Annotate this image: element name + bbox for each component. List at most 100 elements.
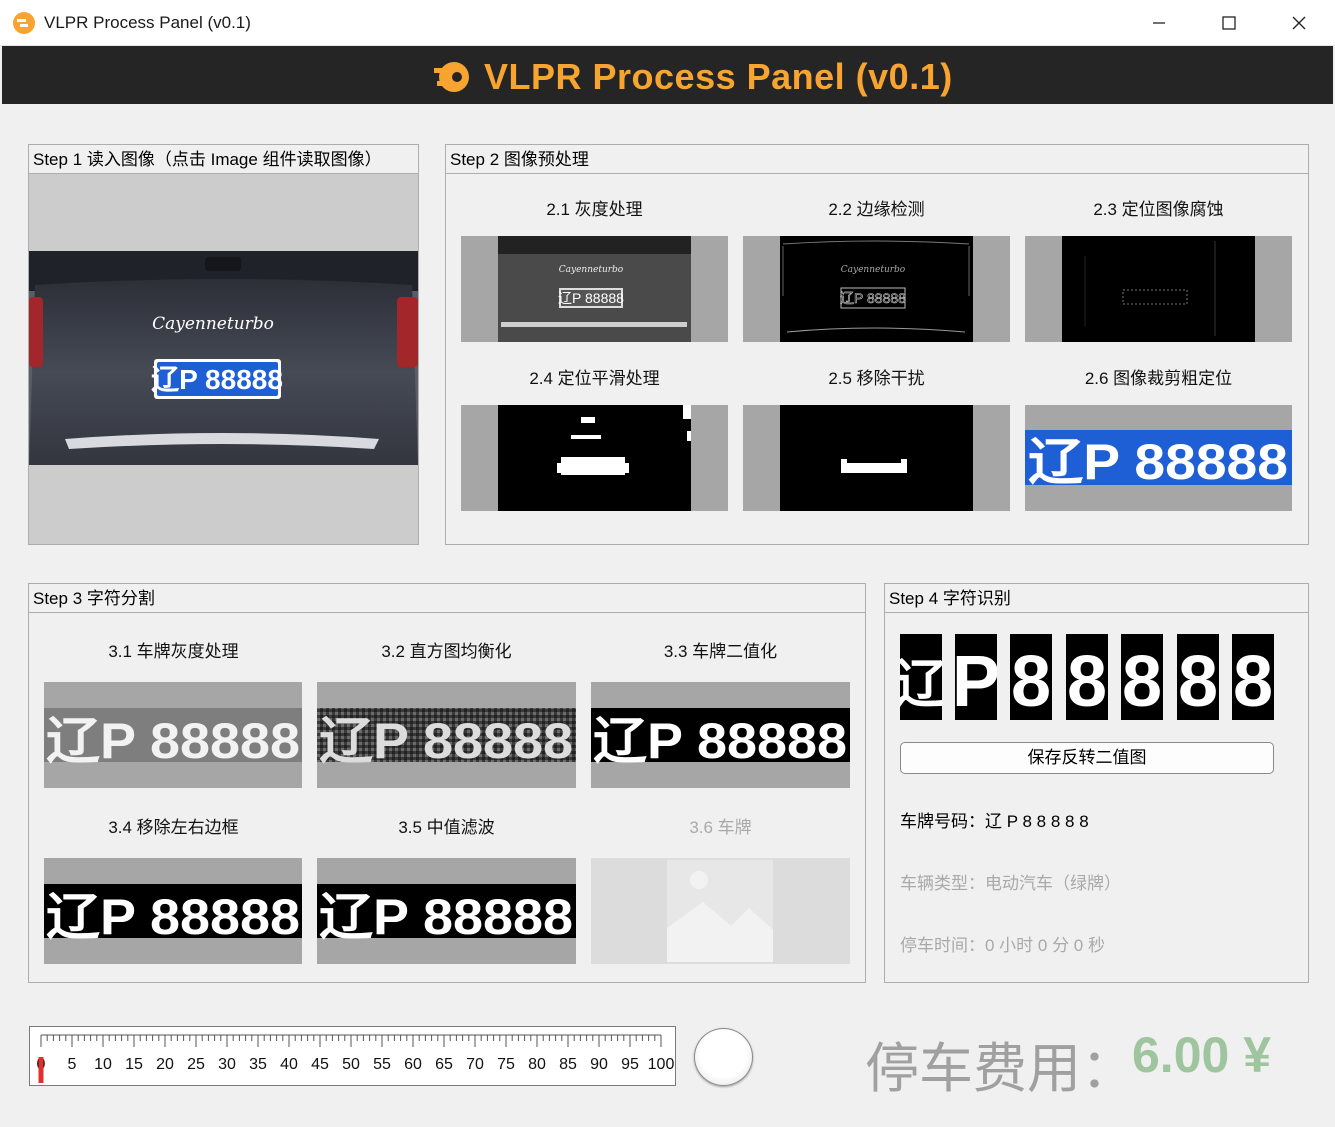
- step3-label-gray: 3.1 车牌灰度处理: [108, 642, 239, 661]
- step2-label-erode: 2.3 定位图像腐蚀: [1093, 200, 1224, 219]
- char-image-4: 8: [1066, 634, 1108, 720]
- step2-smooth-image[interactable]: [461, 405, 728, 511]
- ruler-tick-label: 90: [590, 1056, 608, 1073]
- image-placeholder-icon: [667, 860, 773, 962]
- char-image-2: P: [955, 634, 997, 720]
- step2-title: Step 2 图像预处理: [446, 145, 1308, 174]
- ruler-tick-label: 70: [466, 1056, 484, 1073]
- time-slider[interactable]: 0510152025303540455055606570758085909510…: [29, 1026, 676, 1086]
- char-2: P: [955, 642, 997, 720]
- slider-handle[interactable]: [38, 1057, 44, 1083]
- ruler-tick-label: 30: [218, 1056, 236, 1073]
- close-icon: [1292, 16, 1306, 30]
- s33-plate-text: 辽P 88888: [593, 713, 847, 769]
- char-4: 8: [1067, 642, 1107, 720]
- s35-plate-text: 辽P 88888: [319, 889, 573, 945]
- char-5: 8: [1122, 642, 1162, 720]
- time-slider-scale: 0510152025303540455055606570758085909510…: [37, 1034, 675, 1083]
- step3-label-median: 3.5 中值滤波: [398, 818, 495, 837]
- car-image[interactable]: Cayenneturbo 辽P 88888: [29, 251, 418, 465]
- round-action-button[interactable]: [694, 1028, 753, 1086]
- window-titlebar: VLPR Process Panel (v0.1): [0, 0, 1335, 46]
- step3-hist-image[interactable]: 辽P 88888: [317, 682, 576, 788]
- app-logo-icon: [13, 12, 35, 34]
- ruler-tick-label: 25: [187, 1056, 205, 1073]
- car-badge-text: Cayenneturbo: [152, 314, 274, 334]
- ruler-tick-label: 95: [621, 1056, 639, 1073]
- step3-plate-placeholder[interactable]: [591, 858, 850, 964]
- ruler-tick-label: 60: [404, 1056, 422, 1073]
- parking-time-text: 停车时间：0 小时 0 分 0 秒: [900, 936, 1105, 955]
- ruler-tick-label: 85: [559, 1056, 577, 1073]
- edge-plate-text: 辽P 88888: [840, 290, 906, 306]
- char-image-6: 8: [1177, 634, 1219, 720]
- s31-plate-text: 辽P 88888: [46, 713, 300, 769]
- step2-label-remove: 2.5 移除干扰: [828, 369, 925, 388]
- char-image-5: 8: [1121, 634, 1163, 720]
- char-1: 辽: [900, 655, 942, 715]
- svg-text:Cayenneturbo: Cayenneturbo: [559, 265, 624, 275]
- ruler-tick-label: 40: [280, 1056, 298, 1073]
- parking-fee-label: 停车费用：: [865, 1039, 1135, 1099]
- char-7: 8: [1233, 642, 1273, 720]
- app-banner: VLPR Process Panel (v0.1): [2, 46, 1333, 104]
- step2-label-gray: 2.1 灰度处理: [546, 200, 643, 219]
- ruler-tick-label: 45: [311, 1056, 329, 1073]
- step2-label-edge: 2.2 边缘检测: [828, 200, 925, 219]
- minimize-icon: [1153, 22, 1165, 24]
- ruler-tick-label: 65: [435, 1056, 453, 1073]
- image-component[interactable]: Cayenneturbo 辽P 88888: [29, 174, 418, 544]
- ruler-tick-label: 50: [342, 1056, 360, 1073]
- step3-border-image[interactable]: 辽P 88888: [44, 858, 302, 964]
- step2-crop-image[interactable]: 辽P 88888: [1025, 405, 1292, 511]
- ruler-tick-label: 75: [497, 1056, 515, 1073]
- app-logo-icon: [434, 62, 469, 92]
- ruler-tick-label: 15: [125, 1056, 143, 1073]
- step2-gray-image[interactable]: Cayenneturbo 辽P 88888: [461, 236, 728, 342]
- step3-label-binary: 3.3 车牌二值化: [663, 642, 778, 661]
- char-image-7: 8: [1232, 634, 1274, 720]
- ruler-tick-label: 20: [156, 1056, 174, 1073]
- svg-text:Cayenneturbo: Cayenneturbo: [841, 265, 906, 275]
- gray-plate-text: 辽P 88888: [558, 290, 624, 306]
- step2-remove-image[interactable]: [743, 405, 1010, 511]
- step3-label-border: 3.4 移除左右边框: [108, 818, 239, 837]
- plate-number-text: 车牌号码：辽 P 8 8 8 8 8: [900, 812, 1089, 831]
- ruler-tick-label: 5: [68, 1056, 77, 1073]
- step4-title: Step 4 字符识别: [885, 584, 1308, 613]
- step1-title: Step 1 读入图像（点击 Image 组件读取图像）: [29, 145, 418, 174]
- step2-label-crop: 2.6 图像裁剪粗定位: [1084, 369, 1233, 388]
- car-plate-text: 辽P 88888: [151, 364, 283, 395]
- char-6: 8: [1178, 642, 1218, 720]
- step2-erode-image[interactable]: [1025, 236, 1292, 342]
- window-title: VLPR Process Panel (v0.1): [44, 13, 251, 32]
- step3-binary-image[interactable]: 辽P 88888: [591, 682, 850, 788]
- step3-label-hist: 3.2 直方图均衡化: [381, 642, 512, 661]
- ruler-tick-label: 55: [373, 1056, 391, 1073]
- close-button[interactable]: [1264, 0, 1334, 46]
- char-3: 8: [1011, 642, 1051, 720]
- step2-edge-image[interactable]: Cayenneturbo 辽P 88888: [743, 236, 1010, 342]
- vehicle-type-text: 车辆类型：电动汽车（绿牌）: [900, 874, 1121, 893]
- ruler-tick-label: 100: [648, 1056, 675, 1073]
- ruler-tick-label: 80: [528, 1056, 546, 1073]
- step3-title: Step 3 字符分割: [29, 584, 865, 613]
- minimize-button[interactable]: [1124, 0, 1194, 46]
- step3-median-image[interactable]: 辽P 88888: [317, 858, 576, 964]
- s34-plate-text: 辽P 88888: [46, 889, 300, 945]
- maximize-icon: [1222, 16, 1236, 30]
- char-image-3: 8: [1010, 634, 1052, 720]
- step1-panel: Step 1 读入图像（点击 Image 组件读取图像） Cayenneturb…: [28, 144, 419, 545]
- ruler-tick-label: 35: [249, 1056, 267, 1073]
- parking-fee-value: 6.00 ¥: [1132, 1027, 1272, 1083]
- char-image-1: 辽: [900, 634, 942, 720]
- save-inverted-binary-button[interactable]: 保存反转二值图: [900, 742, 1274, 774]
- step2-label-smooth: 2.4 定位平滑处理: [529, 369, 660, 388]
- crop-plate-text: 辽P 88888: [1028, 434, 1288, 490]
- maximize-button[interactable]: [1194, 0, 1264, 46]
- step3-label-plate: 3.6 车牌: [689, 818, 752, 837]
- banner-title: VLPR Process Panel (v0.1): [484, 56, 953, 97]
- s32-plate-text: 辽P 88888: [319, 713, 573, 769]
- step3-gray-image[interactable]: 辽P 88888: [44, 682, 302, 788]
- ruler-tick-label: 10: [94, 1056, 112, 1073]
